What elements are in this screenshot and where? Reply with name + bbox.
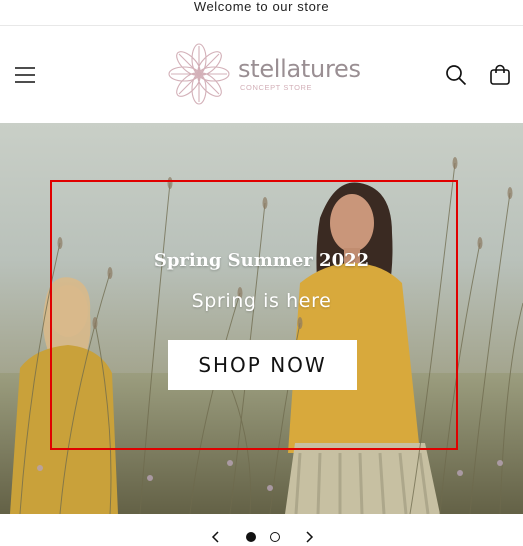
search-icon	[446, 65, 467, 86]
announcement-text: Welcome to our store	[193, 0, 330, 14]
next-slide-button[interactable]	[298, 526, 320, 546]
search-button[interactable]	[438, 56, 474, 94]
slide-dot-1[interactable]	[246, 532, 256, 542]
highlight-box	[50, 180, 458, 450]
logo-tagline: CONCEPT STORE	[240, 83, 313, 92]
chevron-right-icon	[306, 531, 314, 543]
slideshow-controls	[0, 514, 523, 546]
chevron-left-icon	[211, 531, 219, 543]
menu-button[interactable]	[6, 56, 44, 94]
slide-heading: Spring Summer 2022	[153, 250, 370, 271]
flower-logo-icon	[168, 43, 230, 105]
cart-icon	[490, 64, 510, 85]
store-logo[interactable]: stellatures CONCEPT STORE	[166, 41, 366, 107]
cart-button[interactable]	[482, 56, 518, 94]
slide-dot-2[interactable]	[270, 532, 280, 542]
site-header: stellatures CONCEPT STORE	[0, 26, 523, 123]
hamburger-menu-icon	[15, 67, 35, 83]
previous-slide-button[interactable]	[205, 526, 227, 546]
slide-subheading: Spring is here	[191, 290, 332, 312]
logo-name: stellatures	[238, 55, 361, 83]
hero-slideshow: Spring Summer 2022 Spring is here SHOP N…	[0, 123, 523, 514]
announcement-bar: Welcome to our store	[0, 0, 523, 26]
shop-now-button[interactable]: SHOP NOW	[168, 340, 357, 390]
